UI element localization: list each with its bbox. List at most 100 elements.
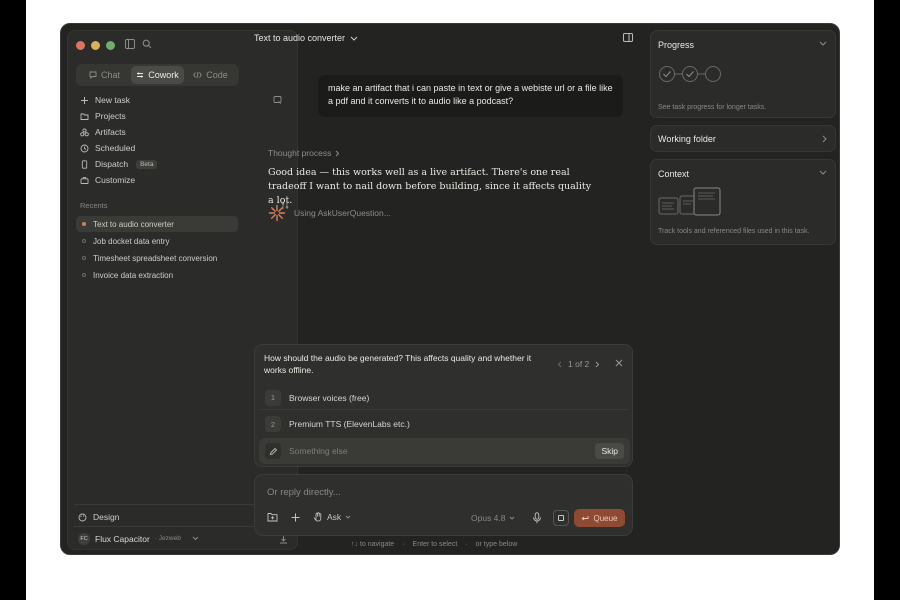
sidebar-item-label: Scheduled	[95, 143, 136, 153]
microphone-icon[interactable]	[532, 512, 542, 524]
stop-button[interactable]	[553, 510, 569, 526]
ask-mode-dropdown[interactable]: Ask	[313, 512, 351, 522]
plus-icon[interactable]	[291, 513, 300, 522]
context-title: Context	[658, 169, 690, 179]
progress-steps-icon	[659, 66, 721, 82]
chevron-left-icon[interactable]	[557, 361, 562, 368]
sidebar-item-label: New task	[95, 95, 130, 105]
active-task-indicator-icon	[82, 222, 86, 226]
user-message: make an artifact that i can paste in tex…	[318, 75, 623, 117]
assistant-message: Good idea — this works well as a live ar…	[268, 167, 592, 206]
sidebar-item-dispatch[interactable]: Dispatch Beta	[76, 156, 294, 172]
question-card: How should the audio be generated? This …	[254, 344, 633, 467]
window-controls	[76, 41, 115, 50]
phone-icon	[81, 159, 88, 169]
tab-chat[interactable]: Chat	[78, 66, 131, 84]
tab-cowork-label: Cowork	[148, 70, 179, 80]
close-icon[interactable]	[615, 359, 623, 367]
recents-label: Recents	[80, 201, 108, 210]
search-icon[interactable]	[142, 39, 152, 49]
option-label: Premium TTS (ElevenLabs etc.)	[289, 419, 410, 429]
recent-item-invoice[interactable]: Invoice data extraction	[76, 267, 238, 283]
composer-tools: Ask	[267, 512, 351, 522]
task-indicator-icon	[82, 273, 86, 277]
answer-option-2[interactable]: 2 Premium TTS (ElevenLabs etc.)	[261, 412, 628, 436]
chevron-right-icon	[822, 135, 827, 143]
thought-process-label: Thought process	[268, 148, 332, 158]
sidebar-item-customize[interactable]: Customize	[76, 172, 294, 188]
working-folder-panel[interactable]: Working folder	[650, 125, 836, 152]
skip-button[interactable]: Skip	[595, 443, 624, 459]
queue-button[interactable]: Queue	[574, 509, 625, 527]
composer: Ask Opus 4.8 Queue	[254, 474, 633, 536]
folder-add-icon[interactable]	[267, 512, 278, 522]
thought-process-toggle[interactable]: Thought process	[268, 148, 340, 158]
recent-item-label: Invoice data extraction	[93, 270, 174, 280]
tab-code[interactable]: Code	[184, 66, 237, 84]
progress-panel: Progress See task progress for longer ta…	[650, 30, 836, 118]
sidebar-item-scheduled[interactable]: Scheduled	[76, 140, 294, 156]
chevron-down-icon	[350, 36, 358, 41]
recents-list: Text to audio converter Job docket data …	[76, 216, 238, 284]
cowork-icon	[137, 72, 144, 78]
download-icon[interactable]	[279, 535, 288, 544]
tool-status: Using AskUserQuestion...	[268, 204, 391, 222]
tool-status-text: Using AskUserQuestion...	[294, 208, 391, 218]
sidebar-toggle-icon[interactable]	[125, 39, 135, 49]
close-window-button[interactable]	[76, 41, 85, 50]
chevron-down-icon	[509, 516, 514, 520]
answer-option-1[interactable]: 1 Browser voices (free)	[261, 386, 628, 410]
hint-separator: ·	[465, 541, 468, 548]
recent-item-label: Timesheet spreadsheet conversion	[93, 253, 218, 263]
sidebar-toolbar	[125, 39, 152, 49]
option-number: 1	[265, 389, 281, 406]
briefcase-icon	[80, 176, 89, 184]
ask-label: Ask	[327, 512, 342, 522]
option-number: 2	[265, 416, 281, 432]
sidebar-item-label: Dispatch	[95, 159, 129, 169]
avatar: FC	[78, 532, 90, 545]
recent-item-label: Job docket data entry	[93, 236, 170, 246]
hand-icon	[313, 512, 322, 522]
context-note: Track tools and referenced files used in…	[658, 228, 810, 235]
something-else-option[interactable]: Something else Skip	[259, 438, 630, 464]
zoom-window-button[interactable]	[106, 41, 115, 50]
sidebar-item-label: Projects	[95, 111, 126, 121]
sidebar-item-artifacts[interactable]: Artifacts	[76, 124, 294, 140]
new-chat-options-icon[interactable]	[273, 95, 283, 105]
chevron-down-icon	[192, 536, 199, 541]
chevron-right-icon	[335, 150, 340, 156]
recent-item-job-docket[interactable]: Job docket data entry	[76, 233, 238, 249]
chevron-down-icon[interactable]	[819, 170, 827, 175]
chevron-down-icon[interactable]	[819, 41, 827, 46]
recent-item-timesheet[interactable]: Timesheet spreadsheet conversion	[76, 250, 238, 266]
chevron-right-icon[interactable]	[595, 361, 600, 368]
right-panel-toggle-icon[interactable]	[623, 33, 633, 42]
sidebar-item-new-task[interactable]: New task	[76, 92, 294, 108]
pencil-icon	[265, 443, 281, 459]
keyboard-hints: ↑↓ to navigate · Enter to select · or ty…	[351, 541, 517, 548]
working-folder-title: Working folder	[658, 134, 716, 144]
model-label: Opus 4.8	[471, 513, 506, 523]
question-pager: 1 of 2	[557, 359, 600, 369]
progress-note: See task progress for longer tasks.	[658, 104, 767, 111]
app-window: Chat Cowork Code New task Projects Artif…	[60, 23, 840, 555]
beta-badge: Beta	[136, 159, 158, 169]
hint-separator: ·	[402, 541, 405, 548]
tab-chat-label: Chat	[100, 70, 120, 80]
conversation-title[interactable]: Text to audio converter	[254, 33, 358, 43]
mode-tabs: Chat Cowork Code	[76, 64, 239, 86]
reply-input[interactable]	[267, 487, 567, 498]
model-selector[interactable]: Opus 4.8	[471, 513, 515, 523]
queue-label: Queue	[593, 513, 618, 523]
plus-icon	[81, 96, 88, 104]
tab-cowork[interactable]: Cowork	[131, 66, 184, 84]
user-org: · Jezweb	[154, 535, 181, 542]
option-label: Browser voices (free)	[289, 392, 370, 403]
minimize-window-button[interactable]	[91, 41, 100, 50]
recent-item-text-to-audio[interactable]: Text to audio converter	[76, 216, 238, 232]
sidebar-item-projects[interactable]: Projects	[76, 108, 294, 124]
context-panel: Context Track tools and referenced files…	[650, 159, 836, 245]
spark-spinner-icon	[268, 204, 286, 222]
palette-icon	[78, 513, 87, 521]
